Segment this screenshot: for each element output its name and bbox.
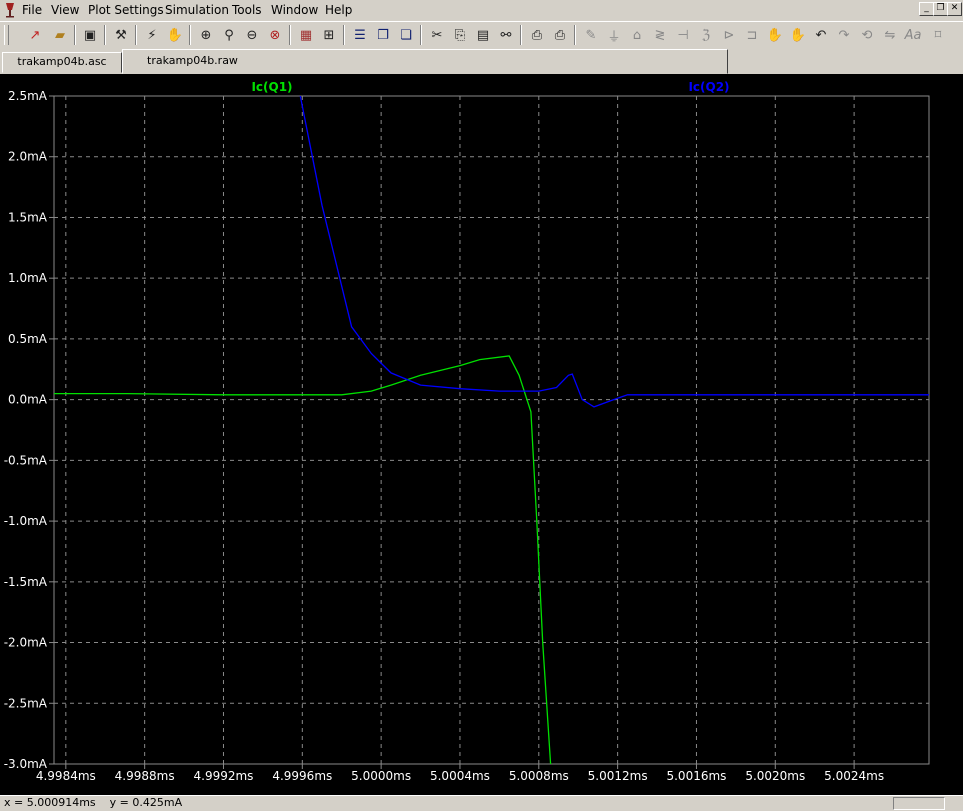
- menu-view[interactable]: View: [51, 3, 79, 17]
- tab-trakamp04b-raw[interactable]: trakamp04b.raw: [122, 49, 728, 74]
- diode-icon[interactable]: ⊳: [719, 25, 739, 45]
- component-icon[interactable]: ⊐: [742, 25, 762, 45]
- paste-icon[interactable]: ▤: [473, 25, 493, 45]
- x-tick-label: 5.0008ms: [509, 769, 569, 783]
- run-icon[interactable]: ⚡: [142, 25, 162, 45]
- toolbar: ↗ ▰ ▣ ⚒ ⚡ ✋ ⊕ ⚲ ⊖ ⊗ ▦ ⊞ ☰ ❐ ❏ ✂ ⎘ ▤ ⚯ ⎙ …: [0, 21, 963, 50]
- legend-label-ic-q2[interactable]: Ic(Q2): [688, 80, 729, 94]
- toolbar-separator: [574, 25, 576, 45]
- menu-file[interactable]: File: [22, 3, 42, 17]
- x-tick-label: 4.9996ms: [272, 769, 332, 783]
- control-panel-icon[interactable]: ⚒: [111, 25, 131, 45]
- undo-icon[interactable]: ↶: [811, 25, 831, 45]
- tab-label: trakamp04b.raw: [147, 54, 238, 67]
- x-tick-label: 5.0000ms: [351, 769, 411, 783]
- y-tick-label: 2.0mA: [8, 150, 48, 164]
- restore-button[interactable]: ❐: [933, 2, 948, 16]
- zoom-in-icon[interactable]: ⚲: [219, 25, 239, 45]
- rotate-icon[interactable]: ⟲: [857, 25, 877, 45]
- toolbar-separator: [189, 25, 191, 45]
- wire-icon[interactable]: ✎: [581, 25, 601, 45]
- waveform-chart[interactable]: 4.9984ms 4.9988ms 4.9992ms 4.9996ms 5.0000ms…: [0, 74, 963, 795]
- tab-strip: trakamp04b.asc trakamp04b.raw: [0, 49, 963, 74]
- ltspice-app-icon[interactable]: [3, 2, 17, 18]
- save-icon[interactable]: ▣: [80, 25, 100, 45]
- tab-trakamp04b-asc[interactable]: trakamp04b.asc: [2, 52, 122, 73]
- print-setup-icon[interactable]: ⎙: [527, 25, 547, 45]
- text-icon[interactable]: Aa: [903, 25, 923, 45]
- status-bar: x = 5.000914ms y = 0.425mA: [0, 795, 963, 811]
- y-tick-label: -2.0mA: [4, 636, 48, 650]
- close-button[interactable]: ✕: [947, 2, 962, 16]
- label-net-icon[interactable]: ⌂: [627, 25, 647, 45]
- menu-simulation[interactable]: Simulation: [165, 3, 229, 17]
- toolbar-separator: [104, 25, 106, 45]
- y-tick-label: -1.0mA: [4, 514, 48, 528]
- status-indicator-box: [893, 797, 945, 810]
- new-schematic-icon[interactable]: ↗: [25, 25, 45, 45]
- halt-icon[interactable]: ✋: [165, 25, 185, 45]
- redo-icon[interactable]: ↷: [834, 25, 854, 45]
- resistor-icon[interactable]: ≷: [650, 25, 670, 45]
- y-tick-label: -3.0mA: [4, 757, 48, 771]
- y-tick-label: 0.5mA: [8, 332, 48, 346]
- menu-window[interactable]: Window: [271, 3, 318, 17]
- cascade-icon[interactable]: ❐: [373, 25, 393, 45]
- toolbar-separator: [74, 25, 76, 45]
- capacitor-icon[interactable]: ⊣: [673, 25, 693, 45]
- x-tick-label: 5.0020ms: [745, 769, 805, 783]
- y-tick-label: -2.5mA: [4, 696, 48, 710]
- x-tick-label: 5.0024ms: [824, 769, 884, 783]
- toolbar-separator: [135, 25, 137, 45]
- spice-directive-icon[interactable]: ⌑: [928, 25, 948, 45]
- legend-label-ic-q1[interactable]: Ic(Q1): [251, 80, 292, 94]
- menu-help[interactable]: Help: [325, 3, 352, 17]
- print-icon[interactable]: ⎙: [550, 25, 570, 45]
- series-ic-q2-line: [299, 96, 929, 408]
- y-tick-label: -1.5mA: [4, 575, 48, 589]
- inductor-icon[interactable]: ℨ: [696, 25, 716, 45]
- zoom-out-icon[interactable]: ⊖: [242, 25, 262, 45]
- tile-horizontal-icon[interactable]: ☰: [350, 25, 370, 45]
- y-tick-label: 2.5mA: [8, 89, 48, 103]
- minimize-button[interactable]: _: [919, 2, 934, 16]
- toolbar-separator: [420, 25, 422, 45]
- zoom-cancel-icon[interactable]: ⊗: [265, 25, 285, 45]
- move-icon[interactable]: ✋: [765, 25, 785, 45]
- y-tick-label: 0.0mA: [8, 393, 48, 407]
- menu-tools[interactable]: Tools: [232, 3, 262, 17]
- toolbar-separator: [343, 25, 345, 45]
- waveform-plot[interactable]: 4.9984ms 4.9988ms 4.9992ms 4.9996ms 5.0000ms…: [0, 74, 963, 795]
- x-tick-label: 5.0016ms: [666, 769, 726, 783]
- y-tick-label: 1.5mA: [8, 210, 48, 224]
- y-tick-label: 1.0mA: [8, 271, 48, 285]
- autorange-icon[interactable]: ▦: [296, 25, 316, 45]
- x-tick-label: 4.9988ms: [115, 769, 175, 783]
- toolbar-grip[interactable]: [4, 25, 9, 45]
- cursor-readout: x = 5.000914ms y = 0.425mA: [4, 796, 183, 809]
- tab-label: trakamp04b.asc: [17, 55, 107, 68]
- cut-icon[interactable]: ✂: [427, 25, 447, 45]
- mirror-icon[interactable]: ⇋: [880, 25, 900, 45]
- zoom-area-icon[interactable]: ⊕: [196, 25, 216, 45]
- grid-icon[interactable]: ⊞: [319, 25, 339, 45]
- menu-plot-settings[interactable]: Plot Settings: [88, 3, 164, 17]
- find-icon[interactable]: ⚯: [496, 25, 516, 45]
- x-tick-label: 5.0012ms: [588, 769, 648, 783]
- drag-icon[interactable]: ✋: [788, 25, 808, 45]
- tile-icon[interactable]: ❏: [396, 25, 416, 45]
- toolbar-separator: [520, 25, 522, 45]
- open-icon[interactable]: ▰: [50, 25, 70, 45]
- toolbar-separator: [289, 25, 291, 45]
- copy-icon[interactable]: ⎘: [450, 25, 470, 45]
- y-tick-label: -0.5mA: [4, 453, 48, 467]
- ground-icon[interactable]: ⏚: [604, 25, 624, 45]
- x-tick-label: 4.9992ms: [194, 769, 254, 783]
- plot-frame: [53, 95, 930, 765]
- menu-bar: File View Plot Settings Simulation Tools…: [0, 0, 963, 21]
- x-tick-label: 5.0004ms: [430, 769, 490, 783]
- x-tick-label: 4.9984ms: [36, 769, 96, 783]
